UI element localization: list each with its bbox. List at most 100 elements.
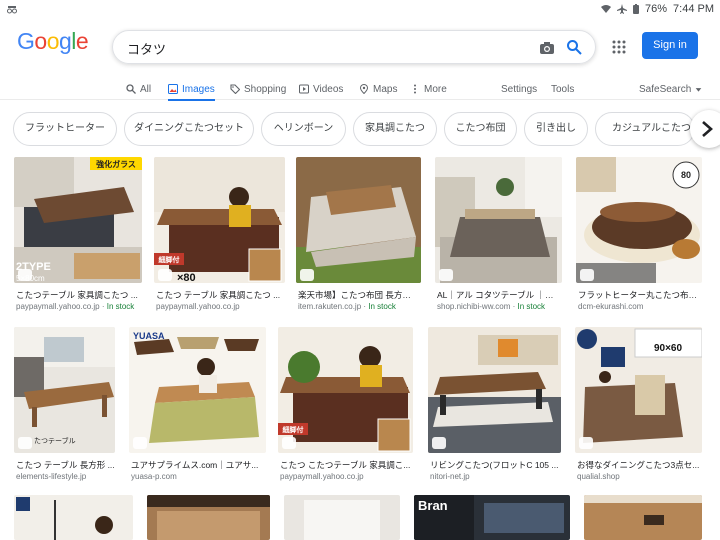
tab-maps[interactable]: Maps <box>359 79 397 99</box>
image-result[interactable]: 楽天市場】こたつ布団 長方形 ... item.rakuten.co.jp · … <box>296 157 421 315</box>
chip-drawer[interactable]: 引き出し <box>524 112 588 146</box>
status-bar: 76% 7:44 PM <box>0 0 720 18</box>
safesearch-dropdown[interactable]: SafeSearch <box>639 79 702 99</box>
image-result[interactable] <box>14 495 133 540</box>
chip-casual-kotatsu[interactable]: カジュアルこたつ <box>595 112 695 146</box>
kotatsu-photo <box>584 495 702 540</box>
overlay-text: YUASA <box>133 331 165 341</box>
search-icon[interactable] <box>566 39 582 55</box>
image-result[interactable]: 細脚付 こたつ こたつテーブル 家具調こ... paypaymall.yahoo… <box>278 327 413 485</box>
search-input[interactable]: コタツ <box>127 39 166 58</box>
result-title[interactable]: こたつテーブル 家具調こたつ ... <box>16 289 140 301</box>
overlay-text: 細脚付 <box>159 255 180 264</box>
tab-settings[interactable]: Settings <box>501 79 537 99</box>
result-source: qualial.shop <box>577 472 620 481</box>
tab-videos[interactable]: Videos <box>299 79 343 99</box>
result-title[interactable]: こたつ テーブル 家具調こたつ ... <box>156 289 283 301</box>
chip-flat-heater[interactable]: フラットヒーター <box>13 112 117 146</box>
result-title[interactable]: こたつ テーブル 長方形 ... <box>16 459 115 471</box>
tab-all[interactable]: All <box>126 79 151 99</box>
play-icon <box>299 84 309 94</box>
chip-dining-kotatsu-set[interactable]: ダイニングこたつセット <box>124 112 254 146</box>
result-thumbnail[interactable] <box>284 495 400 540</box>
tab-tools[interactable]: Tools <box>551 79 574 99</box>
chevron-right-icon <box>702 121 713 137</box>
result-source: paypaymall.yahoo.co.jp <box>280 472 364 481</box>
apps-grid-icon[interactable] <box>612 40 626 54</box>
result-thumbnail[interactable] <box>584 495 702 540</box>
result-thumbnail[interactable]: 80 <box>576 157 702 283</box>
battery-level: 76% <box>645 3 668 15</box>
image-result[interactable]: たつテーブル こたつ テーブル 長方形 ... elements-lifesty… <box>14 327 115 485</box>
image-result[interactable]: YUASA ユアサプライムス.com｜ユアサ... yuasa-p.com <box>129 327 266 485</box>
dining-kotatsu-set-photo: 90×60 <box>575 327 702 453</box>
image-result[interactable]: 細脚付 ×80 こたつ テーブル 家具調こたつ ... paypaymall.y… <box>154 157 285 315</box>
result-thumbnail[interactable]: 強化ガラス 2TYPE 5×80cm <box>14 157 142 283</box>
overlay-text: 細脚付 <box>283 425 304 434</box>
kotatsu-photo: Bran <box>414 495 570 540</box>
image-result[interactable]: リビングこたつ(フロットC 105 ... nitori-net.jp <box>428 327 561 485</box>
result-thumbnail[interactable] <box>147 495 270 540</box>
sign-in-button[interactable]: Sign in <box>642 32 698 59</box>
chips-next-button[interactable] <box>690 110 720 148</box>
image-result[interactable] <box>584 495 702 540</box>
google-logo[interactable]: Google <box>17 28 89 55</box>
result-thumbnail[interactable]: 90×60 <box>575 327 702 453</box>
image-result[interactable]: 90×60 お得なダイニングこたつ3点セ... qualial.shop <box>575 327 702 485</box>
result-thumbnail[interactable] <box>428 327 561 453</box>
result-thumbnail[interactable] <box>435 157 562 283</box>
result-title[interactable]: ユアサプライムス.com｜ユアサ... <box>131 459 264 471</box>
image-badge-icon <box>439 269 453 281</box>
image-result[interactable]: Bran <box>414 495 570 540</box>
result-thumbnail[interactable]: 細脚付 ×80 <box>154 157 285 283</box>
image-result[interactable]: 80 フラットヒーター丸こたつ布団... dcm-ekurashi.com <box>576 157 702 315</box>
result-title[interactable]: リビングこたつ(フロットC 105 ... <box>430 459 559 471</box>
result-thumbnail[interactable]: 細脚付 <box>278 327 413 453</box>
overlay-text: 90×60 <box>654 343 683 354</box>
result-source: elements-lifestyle.jp <box>16 472 87 481</box>
living-room-table-photo <box>428 327 561 453</box>
search-box[interactable]: コタツ <box>112 30 596 64</box>
overlay-text: 80 <box>681 170 691 180</box>
result-source: paypaymall.yahoo.co.jp <box>156 302 240 311</box>
round-kotatsu-photo: 80 <box>576 157 702 283</box>
image-badge-icon <box>432 437 446 449</box>
image-result[interactable]: AL｜アル コタツテーブル ｜国... shop.nichibi-ww.com … <box>435 157 562 315</box>
result-source: item.rakuten.co.jp · In stock <box>298 302 396 311</box>
wifi-icon <box>601 5 611 13</box>
camera-icon[interactable] <box>539 40 555 56</box>
result-source: yuasa-p.com <box>131 472 177 481</box>
result-thumbnail[interactable]: Bran <box>414 495 570 540</box>
result-source: dcm-ekurashi.com <box>578 302 644 311</box>
result-title[interactable]: こたつ こたつテーブル 家具調こ... <box>280 459 411 471</box>
image-badge-icon <box>282 437 296 449</box>
result-title[interactable]: フラットヒーター丸こたつ布団... <box>578 289 700 301</box>
kotatsu-photo <box>147 495 270 540</box>
result-thumbnail[interactable]: YUASA <box>129 327 266 453</box>
result-title[interactable]: AL｜アル コタツテーブル ｜国... <box>437 289 560 301</box>
result-title[interactable]: お得なダイニングこたつ3点セ... <box>577 459 700 471</box>
result-thumbnail[interactable] <box>14 495 133 540</box>
image-badge-icon <box>133 437 147 449</box>
kotatsu-futon-photo <box>296 157 421 283</box>
chip-herringbone[interactable]: ヘリンボーン <box>261 112 346 146</box>
tab-shopping[interactable]: Shopping <box>230 79 286 99</box>
kotatsu-woman-photo: YUASA <box>129 327 266 453</box>
result-thumbnail[interactable] <box>296 157 421 283</box>
caret-down-icon <box>695 87 702 92</box>
image-result[interactable] <box>284 495 400 540</box>
image-result[interactable]: 強化ガラス 2TYPE 5×80cm こたつテーブル 家具調こたつ ... pa… <box>14 157 142 315</box>
overlay-text: Bran <box>418 498 448 513</box>
airplane-icon <box>617 4 627 14</box>
clock: 7:44 PM <box>673 3 714 15</box>
kotatsu-table-photo: 強化ガラス 2TYPE 5×80cm <box>14 157 142 283</box>
tab-images[interactable]: Images <box>168 79 215 101</box>
result-title[interactable]: 楽天市場】こたつ布団 長方形 ... <box>298 289 419 301</box>
chip-kotatsu-futon[interactable]: こたつ布団 <box>444 112 517 146</box>
incognito-icon <box>7 6 17 14</box>
image-result[interactable] <box>147 495 270 540</box>
result-thumbnail[interactable]: たつテーブル <box>14 327 115 453</box>
search-tabs: All Images Shopping Videos Maps More Set… <box>0 76 720 101</box>
chip-furniture-kotatsu[interactable]: 家具調こたつ <box>353 112 437 146</box>
tab-more[interactable]: More <box>410 79 447 99</box>
